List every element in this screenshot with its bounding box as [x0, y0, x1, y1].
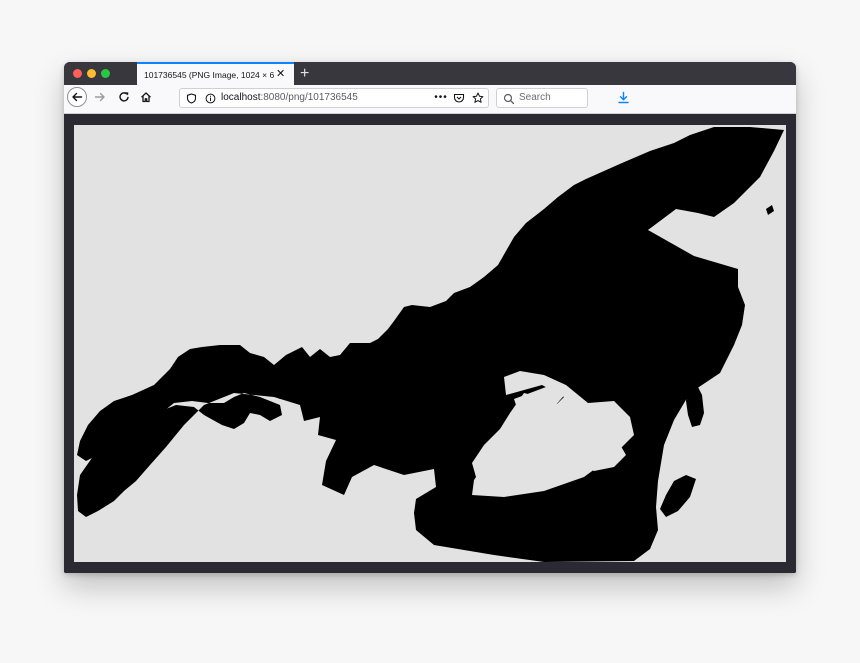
island-map-image: [77, 127, 784, 562]
maximize-window-button[interactable]: [101, 69, 110, 78]
search-placeholder: Search: [519, 92, 551, 103]
new-tab-button[interactable]: +: [300, 64, 309, 83]
forward-button[interactable]: [92, 89, 108, 105]
url-path: :8080/png/101736545: [260, 92, 358, 103]
navigation-toolbar: localhost:8080/png/101736545 ••• Search: [64, 85, 796, 114]
search-icon: [503, 92, 515, 105]
tab-bar: 101736545 (PNG Image, 1024 × 628 pixels)…: [64, 62, 796, 85]
page-actions-button[interactable]: •••: [434, 91, 448, 103]
forward-arrow-icon: [94, 92, 105, 102]
pocket-icon[interactable]: [453, 92, 465, 104]
minimize-window-button[interactable]: [87, 69, 96, 78]
browser-window: 101736545 (PNG Image, 1024 × 628 pixels)…: [64, 62, 796, 573]
download-icon: [617, 91, 629, 103]
close-icon[interactable]: ✕: [276, 69, 285, 80]
address-bar[interactable]: localhost:8080/png/101736545 •••: [179, 88, 489, 108]
page-content: [64, 114, 796, 573]
islet-east-2: [660, 475, 696, 517]
reload-button[interactable]: [116, 89, 132, 105]
url-host: localhost: [221, 92, 261, 103]
home-icon: [141, 92, 151, 103]
tab-title: 101736545 (PNG Image, 1024 × 628 pixels): [144, 69, 274, 80]
islet-north-2: [766, 205, 774, 215]
tab-active[interactable]: 101736545 (PNG Image, 1024 × 628 pixels)…: [137, 62, 294, 85]
shield-icon[interactable]: [185, 92, 197, 104]
close-window-button[interactable]: [73, 69, 82, 78]
info-icon[interactable]: [204, 92, 216, 104]
search-field[interactable]: Search: [496, 88, 588, 108]
home-button[interactable]: [138, 89, 154, 105]
back-arrow-icon: [72, 92, 83, 102]
url-text[interactable]: localhost:8080/png/101736545: [221, 92, 358, 103]
downloads-button[interactable]: [615, 89, 631, 105]
png-image: [74, 125, 786, 562]
star-icon[interactable]: [472, 92, 484, 104]
islet-east-1: [686, 383, 704, 427]
back-button[interactable]: [67, 87, 87, 107]
reload-icon: [119, 92, 129, 102]
